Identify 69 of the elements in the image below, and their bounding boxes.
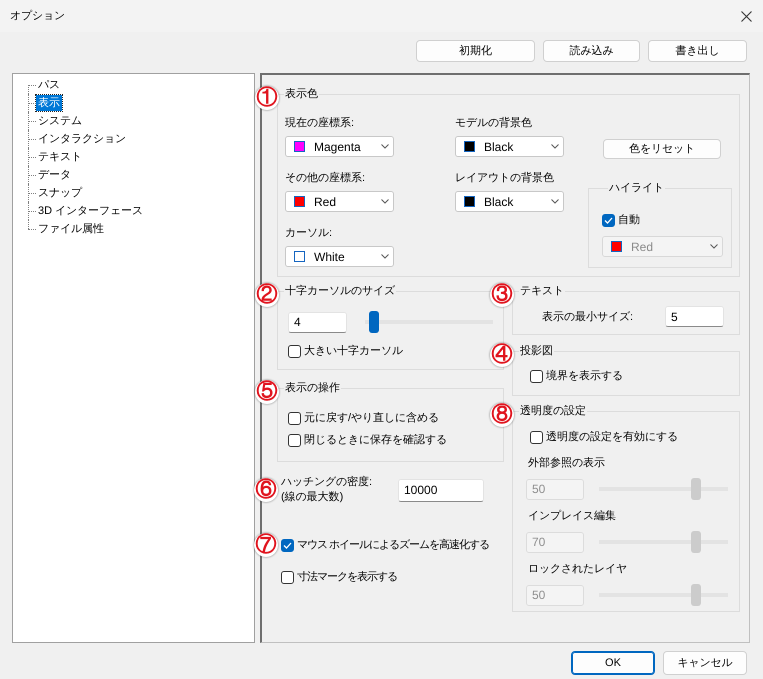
chevron-down-icon (381, 254, 389, 259)
tree-item[interactable]: スナップ (36, 185, 84, 201)
checkbox-label: 元に戻す/やり直しに含める (304, 410, 440, 426)
field-label: 外部参照の表示 (527, 456, 606, 471)
checkbox[interactable] (288, 344, 301, 358)
tree-item[interactable]: 3D インターフェース (36, 203, 146, 219)
checkbox[interactable] (281, 570, 294, 584)
tree-item[interactable]: パス (36, 77, 62, 93)
checkbox-label: 境界を表示する (546, 368, 623, 384)
field-label: レイアウトの背景色 (455, 170, 555, 186)
color-dropdown[interactable]: Red (285, 191, 394, 212)
checkbox[interactable] (602, 214, 615, 226)
callout-number: ① (255, 86, 279, 110)
checkbox[interactable] (288, 412, 301, 424)
checkbox-label: 閉じるときに保存を確認する (304, 433, 447, 448)
checkbox[interactable] (288, 434, 301, 446)
chevron-down-icon (551, 199, 559, 204)
callout-number: ③ (490, 283, 514, 307)
chevron-down-icon (551, 144, 559, 149)
check-icon (283, 542, 292, 548)
callout-number: ⑦ (254, 533, 278, 557)
group-title: 十字カーソルのサイズ (284, 283, 396, 299)
field-label: モデルの背景色 (455, 116, 533, 131)
checkbox-label: 透明度の設定を有効にする (546, 430, 678, 445)
text-field[interactable]: 4 (288, 312, 347, 332)
checkbox-label: 寸法マークを表示する (297, 570, 397, 585)
tree-item[interactable]: テキスト (36, 149, 84, 165)
toolbar-button[interactable]: 書き出し (648, 40, 747, 62)
chevron-down-icon (710, 244, 718, 249)
checkbox-label: マウス ホイールによるズームを高速化する (297, 538, 490, 553)
text-field[interactable]: 10000 (398, 478, 484, 502)
checkbox-label: 大きい十字カーソル (304, 344, 403, 359)
toolbar-button[interactable]: 読み込み (543, 40, 640, 62)
field-label: ロックされたレイヤ (527, 562, 628, 577)
tree-item[interactable]: ファイル属性 (36, 221, 106, 237)
field-label: カーソル: (285, 226, 334, 241)
tree-item[interactable]: システム (36, 113, 84, 129)
checkbox[interactable] (530, 370, 543, 382)
checkbox-label: 自動 (618, 213, 640, 228)
window-title: オプション (10, 8, 65, 24)
dialog-button[interactable]: OK (571, 651, 655, 675)
color-dropdown[interactable]: Black (455, 191, 564, 212)
toolbar-button[interactable]: 初期化 (416, 40, 535, 62)
field-label: インプレイス編集 (527, 508, 617, 524)
field-label: ハッチングの密度: (線の最大数) (281, 475, 374, 505)
chevron-down-icon (381, 144, 389, 149)
tree-item[interactable]: データ (36, 167, 73, 183)
callout-number: ⑥ (254, 478, 278, 502)
color-dropdown[interactable]: Black (455, 136, 564, 157)
field-label: 表示の最小サイズ: (542, 310, 634, 324)
color-dropdown[interactable]: White (285, 246, 394, 267)
chevron-down-icon (381, 199, 389, 204)
tree-item[interactable]: 表示 (36, 95, 62, 111)
color-dropdown[interactable]: Magenta (285, 136, 394, 157)
callout-number: ④ (490, 343, 514, 367)
reset-colors-button[interactable]: 色をリセット (603, 139, 721, 159)
check-icon (604, 216, 613, 224)
checkbox[interactable] (530, 430, 543, 444)
dialog-button[interactable]: キャンセル (663, 651, 747, 675)
tree-item[interactable]: インタラクション (36, 131, 128, 147)
field-label: その他の座標系: (285, 170, 366, 186)
callout-number: ⑧ (490, 403, 514, 427)
text-field[interactable]: 5 (665, 306, 724, 327)
callout-number: ⑤ (255, 380, 279, 404)
callout-number: ② (255, 283, 279, 307)
field-label: 現在の座標系: (285, 116, 356, 131)
checkbox[interactable] (281, 538, 294, 552)
close-icon[interactable] (741, 10, 752, 22)
slider-thumb[interactable] (368, 311, 379, 333)
